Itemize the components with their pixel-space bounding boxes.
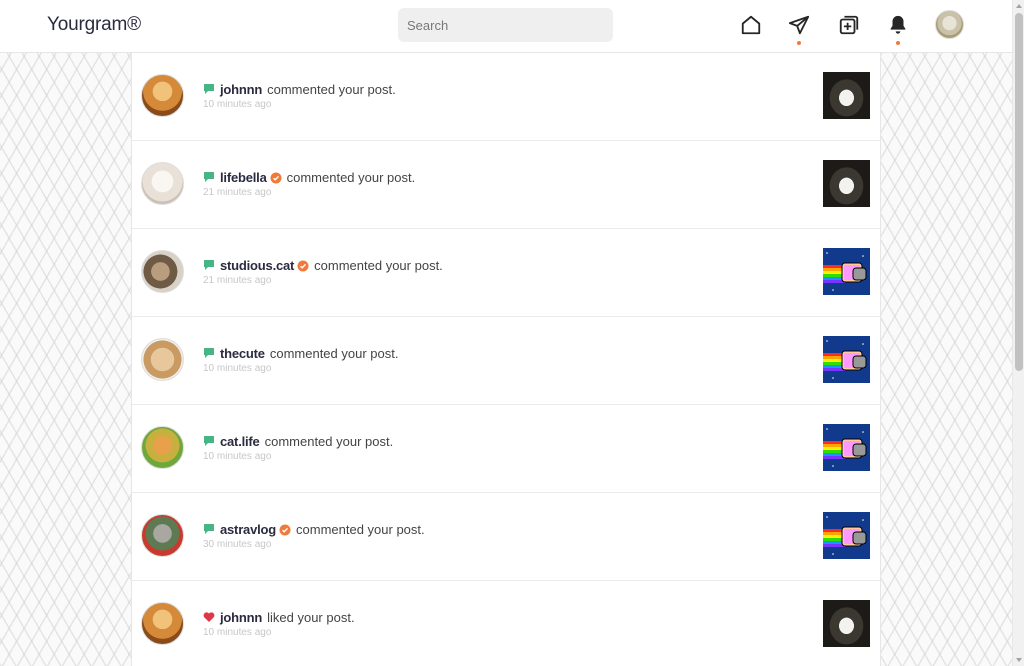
notification-text: johnnn commented your post. — [220, 82, 396, 97]
notification-row[interactable]: lifebella commented your post. 21 minute… — [132, 141, 880, 229]
notification-action: commented your post. — [286, 170, 416, 185]
notifications-indicator-dot — [896, 41, 900, 45]
notification-action: commented your post. — [269, 346, 399, 361]
search-input[interactable] — [398, 8, 613, 42]
bell-icon[interactable] — [885, 12, 911, 38]
notification-action: liked your post. — [267, 610, 355, 625]
post-thumbnail[interactable] — [823, 336, 870, 383]
username[interactable]: johnnn — [220, 610, 262, 625]
notification-text: lifebella commented your post. — [220, 170, 415, 185]
notification-action: commented your post. — [296, 522, 425, 537]
timestamp: 10 minutes ago — [203, 451, 272, 462]
post-thumbnail[interactable] — [823, 600, 870, 647]
avatar[interactable] — [141, 74, 184, 117]
scroll-down-arrow-icon[interactable] — [1016, 658, 1022, 662]
notification-action: commented your post. — [314, 258, 443, 273]
notification-row[interactable]: astravlog commented your post. 30 minute… — [132, 493, 880, 581]
avatar[interactable] — [141, 426, 184, 469]
comment-icon — [203, 259, 215, 271]
app-logo[interactable]: Yourgram® — [47, 14, 141, 36]
verified-badge-icon — [279, 524, 291, 536]
avatar[interactable] — [141, 250, 184, 293]
timestamp: 10 minutes ago — [203, 363, 272, 374]
notification-text: cat.life commented your post. — [220, 434, 393, 449]
verified-badge-icon — [270, 172, 282, 184]
page-scrollbar[interactable] — [1012, 0, 1024, 666]
send-icon[interactable] — [786, 12, 812, 38]
comment-icon — [203, 83, 215, 95]
notification-row[interactable]: thecute commented your post. 10 minutes … — [132, 317, 880, 405]
post-thumbnail[interactable] — [823, 424, 870, 471]
timestamp: 10 minutes ago — [203, 99, 272, 110]
timestamp: 21 minutes ago — [203, 275, 272, 286]
avatar[interactable] — [141, 602, 184, 645]
heart-icon — [203, 611, 215, 623]
messages-indicator-dot — [797, 41, 801, 45]
username[interactable]: lifebella — [220, 170, 267, 185]
username[interactable]: johnnn — [220, 82, 262, 97]
comment-icon — [203, 347, 215, 359]
avatar[interactable] — [141, 338, 184, 381]
timestamp: 30 minutes ago — [203, 539, 272, 550]
timestamp: 10 minutes ago — [203, 627, 272, 638]
notification-action: commented your post. — [264, 434, 394, 449]
notification-text: studious.cat commented your post. — [220, 258, 443, 273]
add-post-icon[interactable] — [836, 12, 862, 38]
username[interactable]: studious.cat — [220, 258, 294, 273]
username[interactable]: astravlog — [220, 522, 276, 537]
notification-action: commented your post. — [267, 82, 396, 97]
profile-avatar[interactable] — [935, 10, 964, 39]
top-navbar: Yourgram® — [0, 0, 1012, 53]
notification-row[interactable]: johnnn liked your post. 10 minutes ago — [132, 581, 880, 666]
notification-text: thecute commented your post. — [220, 346, 398, 361]
post-thumbnail[interactable] — [823, 72, 870, 119]
comment-icon — [203, 523, 215, 535]
notifications-list: johnnn commented your post. 10 minutes a… — [131, 53, 881, 666]
notification-text: johnnn liked your post. — [220, 610, 355, 625]
avatar[interactable] — [141, 162, 184, 205]
avatar[interactable] — [141, 514, 184, 557]
notification-row[interactable]: cat.life commented your post. 10 minutes… — [132, 405, 880, 493]
scroll-up-arrow-icon[interactable] — [1016, 4, 1022, 8]
post-thumbnail[interactable] — [823, 512, 870, 559]
notification-row[interactable]: johnnn commented your post. 10 minutes a… — [132, 53, 880, 141]
timestamp: 21 minutes ago — [203, 187, 272, 198]
comment-icon — [203, 435, 215, 447]
notification-text: astravlog commented your post. — [220, 522, 425, 537]
scrollbar-thumb[interactable] — [1015, 13, 1023, 371]
username[interactable]: thecute — [220, 346, 265, 361]
verified-badge-icon — [297, 260, 309, 272]
home-icon[interactable] — [738, 12, 764, 38]
comment-icon — [203, 171, 215, 183]
post-thumbnail[interactable] — [823, 160, 870, 207]
notification-row[interactable]: studious.cat commented your post. 21 min… — [132, 229, 880, 317]
post-thumbnail[interactable] — [823, 248, 870, 295]
username[interactable]: cat.life — [220, 434, 260, 449]
